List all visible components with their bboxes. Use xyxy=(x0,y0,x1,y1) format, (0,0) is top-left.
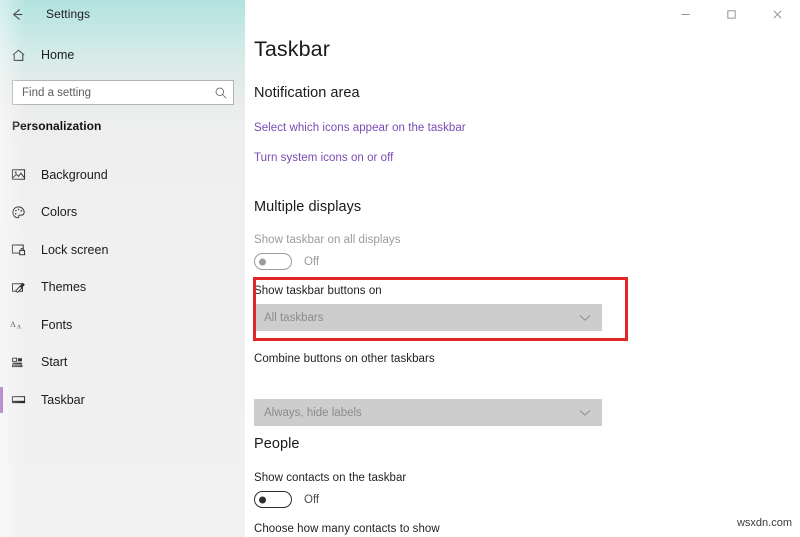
toggle-knob xyxy=(259,258,266,265)
sidebar-item-lock-screen[interactable]: Lock screen xyxy=(0,231,245,269)
sidebar-item-label: Fonts xyxy=(41,317,73,332)
font-aa-icon: A A xyxy=(0,317,36,332)
sidebar-header: Settings xyxy=(0,0,245,28)
sidebar-home-label: Home xyxy=(41,48,75,62)
back-arrow-icon[interactable] xyxy=(0,0,34,28)
label-choose-contacts: Choose how many contacts to show xyxy=(254,523,440,535)
toggle-state-label: Off xyxy=(304,255,320,268)
home-icon xyxy=(0,48,36,63)
sidebar-item-label: Themes xyxy=(41,280,87,295)
maximize-icon[interactable] xyxy=(708,0,754,29)
sidebar-nav-list: Background Colors Lock screen Themes A A… xyxy=(0,156,245,419)
watermark: wsxdn.com xyxy=(736,517,792,529)
sidebar-item-fonts[interactable]: A A Fonts xyxy=(0,306,245,344)
sidebar-item-home[interactable]: Home xyxy=(0,43,245,67)
toggle-show-taskbar-all-displays-row: Off xyxy=(254,253,319,270)
toggle-knob xyxy=(259,496,266,503)
link-system-icons[interactable]: Turn system icons on or off xyxy=(254,152,393,164)
heading-multiple-displays: Multiple displays xyxy=(254,199,362,215)
brush-icon xyxy=(0,280,36,295)
label-show-contacts: Show contacts on the taskbar xyxy=(254,472,407,484)
sidebar-item-label: Background xyxy=(41,167,108,182)
app-title: Settings xyxy=(46,7,91,21)
lock-screen-icon xyxy=(0,242,36,257)
dropdown-combine-buttons[interactable]: Always, hide labels xyxy=(254,399,602,426)
palette-icon xyxy=(0,205,36,220)
sidebar-item-label: Colors xyxy=(41,205,78,220)
sidebar-item-colors[interactable]: Colors xyxy=(0,194,245,232)
minimize-icon[interactable] xyxy=(662,0,708,29)
sidebar-item-label: Lock screen xyxy=(41,242,109,257)
sidebar-item-label: Taskbar xyxy=(41,392,85,407)
sidebar-item-taskbar[interactable]: Taskbar xyxy=(0,381,245,419)
window-controls xyxy=(662,0,800,29)
settings-window: Settings Home Personalization xyxy=(0,0,800,537)
sidebar-item-start[interactable]: Start xyxy=(0,344,245,382)
sidebar-item-label: Start xyxy=(41,355,68,370)
svg-text:A: A xyxy=(17,324,22,331)
label-show-taskbar-all-displays: Show taskbar on all displays xyxy=(254,234,401,246)
dropdown-show-taskbar-buttons-on[interactable]: All taskbars xyxy=(254,304,602,331)
start-tiles-icon xyxy=(0,355,36,370)
toggle-show-taskbar-all-displays[interactable] xyxy=(254,253,292,270)
sidebar-item-background[interactable]: Background xyxy=(0,156,245,194)
toggle-state-label: Off xyxy=(304,493,320,506)
sidebar-item-themes[interactable]: Themes xyxy=(0,269,245,307)
chevron-down-icon xyxy=(579,409,591,417)
picture-icon xyxy=(0,167,36,182)
taskbar-icon xyxy=(0,392,36,407)
link-select-icons[interactable]: Select which icons appear on the taskbar xyxy=(254,122,466,134)
svg-text:A: A xyxy=(10,320,16,329)
label-show-taskbar-buttons-on: Show taskbar buttons on xyxy=(254,285,382,297)
search-icon[interactable] xyxy=(209,86,233,100)
sidebar: Settings Home Personalization xyxy=(0,0,245,537)
label-combine-buttons: Combine buttons on other taskbars xyxy=(254,353,435,365)
sidebar-category-title: Personalization xyxy=(12,119,102,133)
toggle-show-contacts[interactable] xyxy=(254,491,292,508)
chevron-down-icon xyxy=(579,314,591,322)
toggle-show-contacts-row: Off xyxy=(254,491,319,508)
close-icon[interactable] xyxy=(754,0,800,29)
dropdown-value: Always, hide labels xyxy=(264,406,362,419)
page-title: Taskbar xyxy=(254,37,330,61)
main-content: Taskbar Notification area Select which i… xyxy=(245,0,800,537)
dropdown-value: All taskbars xyxy=(264,311,324,324)
search-input[interactable] xyxy=(13,86,209,99)
heading-notification-area: Notification area xyxy=(254,85,360,101)
heading-people: People xyxy=(254,436,300,452)
search-box[interactable] xyxy=(12,80,234,105)
